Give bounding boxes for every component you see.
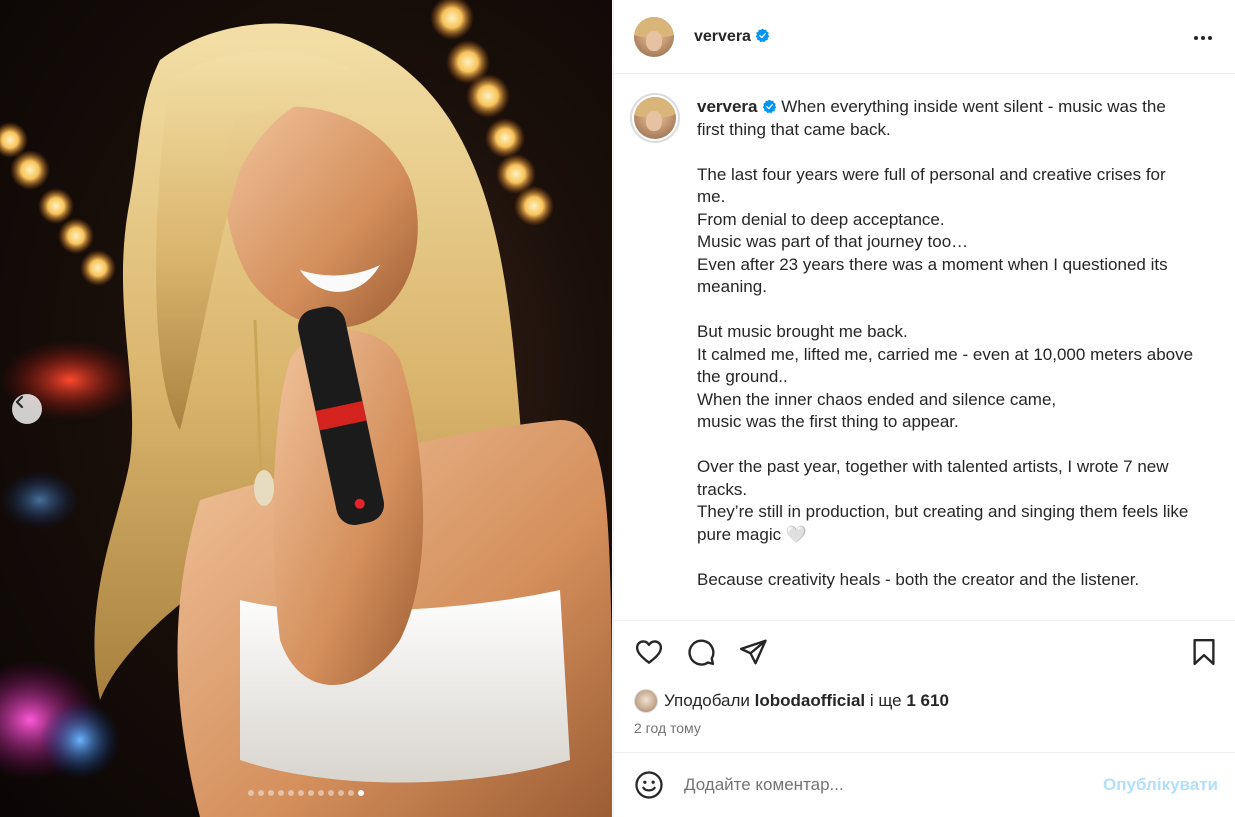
more-options-button[interactable]: [1191, 26, 1215, 50]
share-icon: [739, 639, 767, 665]
author-username[interactable]: ververa: [694, 28, 770, 46]
post-timestamp[interactable]: 2 год тому: [634, 720, 701, 736]
chevron-left-icon: [15, 395, 24, 409]
carousel-dot: [328, 790, 334, 796]
carousel-dot: [298, 790, 304, 796]
caption-line: When the inner chaos ended and silence c…: [697, 389, 1057, 409]
caption-avatar[interactable]: [630, 93, 680, 143]
save-button[interactable]: [1189, 637, 1219, 667]
carousel-dot: [308, 790, 314, 796]
heart-icon: [635, 640, 663, 664]
comment-composer: Опублікувати: [614, 752, 1235, 817]
publish-button[interactable]: Опублікувати: [1103, 775, 1218, 795]
carousel-dot: [278, 790, 284, 796]
carousel-dot: [268, 790, 274, 796]
verified-badge-icon: [755, 28, 770, 42]
carousel-dot: [288, 790, 294, 796]
caption-line: It calmed me, lifted me, carried me - ev…: [697, 344, 1194, 387]
carousel-dot: [248, 790, 254, 796]
liked-by-user[interactable]: lobodaofficial: [755, 691, 866, 711]
caption-avatar-image: [634, 97, 676, 139]
carousel-dot: [358, 790, 364, 796]
emoji-button[interactable]: [634, 770, 664, 800]
comment-input[interactable]: [684, 775, 1104, 795]
post-detail-panel: ververa ververa When everything inside w…: [613, 0, 1235, 817]
carousel-prev-button[interactable]: [12, 394, 42, 424]
share-button[interactable]: [738, 637, 768, 667]
carousel-dot: [338, 790, 344, 796]
caption-line: But music brought me back.: [697, 322, 908, 341]
caption-line: Over the past year, together with talent…: [697, 457, 1169, 499]
liked-by[interactable]: Уподобали lobodaofficial і ще 1 610: [634, 689, 949, 713]
caption-line: Even after 23 years there was a moment w…: [697, 254, 1168, 297]
caption-line: They’re still in production, but creatin…: [697, 502, 1189, 544]
comments-scroll-area[interactable]: ververa When everything inside went sile…: [614, 75, 1235, 620]
smiley-icon: [635, 771, 663, 799]
post-caption: ververa When everything inside went sile…: [614, 75, 1235, 591]
carousel-dot: [318, 790, 324, 796]
caption-text: ververa When everything inside went sile…: [697, 96, 1197, 591]
bookmark-icon: [1193, 638, 1215, 666]
author-avatar[interactable]: [634, 16, 674, 57]
post-photo: [0, 0, 612, 817]
liked-by-suffix[interactable]: і ще 1 610: [870, 691, 949, 711]
caption-line: Because creativity heals - both the crea…: [697, 569, 1140, 589]
verified-badge-icon: [762, 99, 776, 114]
caption-line: Music was part of that journey too…: [697, 232, 969, 251]
carousel-indicator: [0, 790, 612, 796]
caption-line: From denial to deep acceptance.: [697, 209, 945, 229]
caption-line: music was the first thing to appear.: [697, 412, 959, 431]
carousel-dot: [348, 790, 354, 796]
post-actions: Уподобали lobodaofficial і ще 1 610 2 го…: [614, 620, 1235, 752]
post-header: ververa: [614, 0, 1235, 74]
comment-button[interactable]: [686, 637, 716, 667]
caption-username[interactable]: ververa: [697, 97, 758, 116]
caption-line: The last four years were full of persona…: [697, 164, 1166, 207]
liker-avatar[interactable]: [634, 689, 658, 713]
carousel-dot: [258, 790, 264, 796]
post-media[interactable]: [0, 0, 612, 817]
liked-by-prefix: Уподобали: [664, 691, 750, 710]
more-horizontal-icon: [1194, 36, 1212, 40]
author-username-text[interactable]: ververa: [694, 28, 751, 45]
comment-icon: [688, 639, 715, 666]
like-button[interactable]: [634, 637, 664, 667]
